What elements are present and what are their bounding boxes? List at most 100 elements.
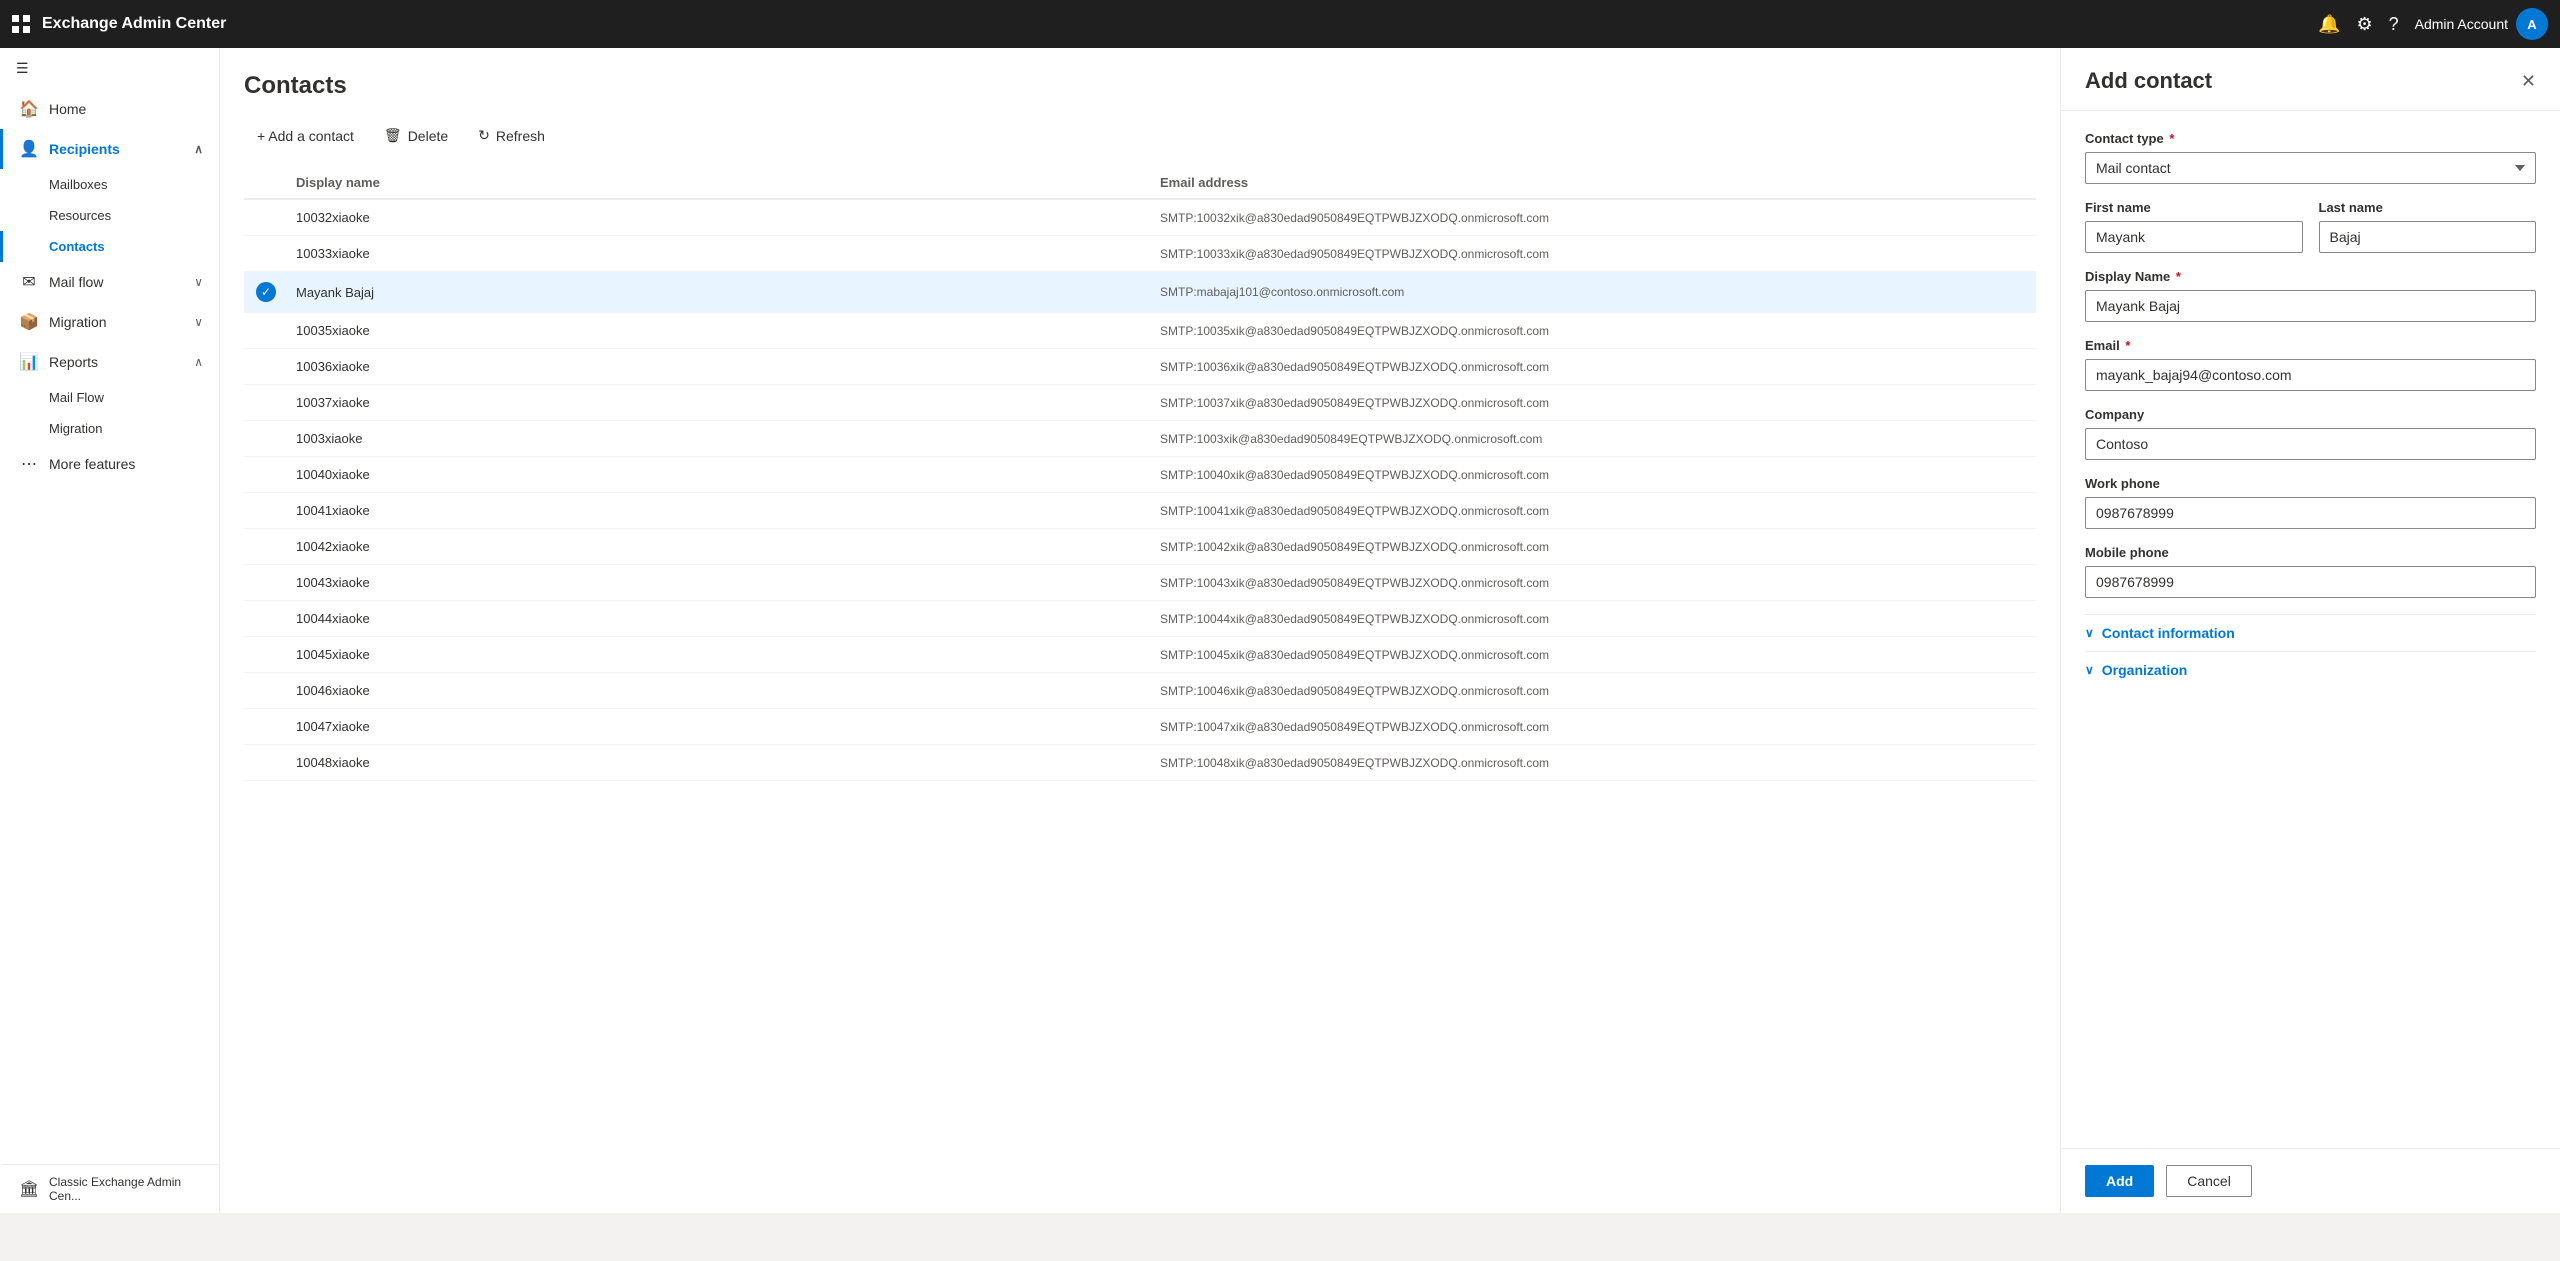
table-row[interactable]: 10043xiaoke SMTP:10043xik@a830edad905084… [244, 565, 2036, 601]
cell-email: SMTP:10037xik@a830edad9050849EQTPWBJZXOD… [1160, 396, 2024, 410]
sidebar-item-mail-flow[interactable]: ✉ Mail flow ∨ [0, 262, 219, 302]
table-row[interactable]: 10047xiaoke SMTP:10047xik@a830edad905084… [244, 709, 2036, 745]
table-row[interactable]: ✓ Mayank Bajaj SMTP:mabajaj101@contoso.o… [244, 272, 2036, 313]
table-row[interactable]: 10037xiaoke SMTP:10037xik@a830edad905084… [244, 385, 2036, 421]
recipients-icon: 👤 [19, 139, 39, 159]
panel-header: Add contact ✕ [2061, 48, 2560, 111]
sidebar-sub-label-resources: Resources [49, 208, 111, 223]
chevron-up-reports-icon: ∧ [194, 355, 203, 369]
cell-email: SMTP:10044xik@a830edad9050849EQTPWBJZXOD… [1160, 612, 2024, 626]
sidebar-sub-item-migration-report[interactable]: Migration [0, 413, 219, 444]
chevron-up-icon: ∧ [194, 142, 203, 156]
sidebar-item-migration[interactable]: 📦 Migration ∨ [0, 302, 219, 342]
cell-display-name: 10041xiaoke [296, 503, 1160, 518]
table-row[interactable]: 1003xiaoke SMTP:1003xik@a830edad9050849E… [244, 421, 2036, 457]
cell-display-name: 10033xiaoke [296, 246, 1160, 261]
grid-icon[interactable] [12, 15, 30, 33]
last-name-group: Last name [2319, 200, 2537, 253]
table-row[interactable]: 10044xiaoke SMTP:10044xik@a830edad905084… [244, 601, 2036, 637]
cell-display-name: 10037xiaoke [296, 395, 1160, 410]
table-header: Display name Email address [244, 167, 2036, 200]
sidebar-item-home-label: Home [49, 101, 203, 117]
refresh-button[interactable]: ↻ Refresh [465, 120, 558, 151]
cell-email: SMTP:10040xik@a830edad9050849EQTPWBJZXOD… [1160, 468, 2024, 482]
delete-label: Delete [408, 128, 448, 144]
table-header-display-name[interactable]: Display name [296, 175, 1160, 190]
company-group: Company [2085, 407, 2536, 460]
add-contact-panel: Add contact ✕ Contact type * Mail contac… [2060, 48, 2560, 1213]
last-name-input[interactable] [2319, 221, 2537, 253]
app-layout: ☰ 🏠 Home 👤 Recipients ∧ Mailboxes Resour… [0, 48, 2560, 1213]
first-name-input[interactable] [2085, 221, 2303, 253]
sidebar-item-classic-admin[interactable]: 🏛 Classic Exchange Admin Cen... [0, 1164, 219, 1213]
sidebar-item-reports[interactable]: 📊 Reports ∧ [0, 342, 219, 382]
work-phone-group: Work phone [2085, 476, 2536, 529]
help-icon[interactable]: ? [2389, 14, 2399, 35]
cell-email: SMTP:10042xik@a830edad9050849EQTPWBJZXOD… [1160, 540, 2024, 554]
admin-account[interactable]: Admin Account A [2415, 8, 2548, 40]
table-header-email[interactable]: Email address [1160, 175, 2024, 190]
cell-display-name: 10036xiaoke [296, 359, 1160, 374]
gear-icon[interactable]: ⚙ [2356, 14, 2372, 35]
table-row[interactable]: 10035xiaoke SMTP:10035xik@a830edad905084… [244, 313, 2036, 349]
work-phone-input[interactable] [2085, 497, 2536, 529]
app-title: Exchange Admin Center [42, 15, 2318, 33]
panel-title: Add contact [2085, 68, 2212, 94]
panel-footer: Add Cancel [2061, 1148, 2560, 1213]
sidebar-item-more-features[interactable]: ⋯ More features [0, 444, 219, 484]
sidebar-item-mail-flow-label: Mail flow [49, 274, 184, 290]
more-features-icon: ⋯ [19, 454, 39, 474]
display-name-input[interactable] [2085, 290, 2536, 322]
table-header-checkbox-col [256, 175, 296, 190]
table-row[interactable]: 10046xiaoke SMTP:10046xik@a830edad905084… [244, 673, 2036, 709]
delete-button[interactable]: 🗑 Delete [371, 120, 461, 151]
cell-email: SMTP:10032xik@a830edad9050849EQTPWBJZXOD… [1160, 211, 2024, 225]
sidebar-sub-item-resources[interactable]: Resources [0, 200, 219, 231]
table-row[interactable]: 10041xiaoke SMTP:10041xik@a830edad905084… [244, 493, 2036, 529]
sidebar-sub-item-mailboxes[interactable]: Mailboxes [0, 169, 219, 200]
contact-type-select[interactable]: Mail contactMail user [2085, 152, 2536, 184]
mobile-phone-label: Mobile phone [2085, 545, 2536, 560]
cell-email: SMTP:10045xik@a830edad9050849EQTPWBJZXOD… [1160, 648, 2024, 662]
checkmark-icon: ✓ [256, 282, 276, 302]
contact-info-toggle[interactable]: ∨ Contact information [2085, 614, 2536, 651]
email-label: Email * [2085, 338, 2536, 353]
topbar-actions: 🔔 ⚙ ? Admin Account A [2318, 8, 2548, 40]
contact-type-label: Contact type * [2085, 131, 2536, 146]
sidebar-item-classic-admin-label: Classic Exchange Admin Cen... [49, 1175, 203, 1203]
sidebar: ☰ 🏠 Home 👤 Recipients ∧ Mailboxes Resour… [0, 48, 220, 1213]
table-row[interactable]: 10036xiaoke SMTP:10036xik@a830edad905084… [244, 349, 2036, 385]
cell-email: SMTP:10047xik@a830edad9050849EQTPWBJZXOD… [1160, 720, 2024, 734]
cell-email: SMTP:10035xik@a830edad9050849EQTPWBJZXOD… [1160, 324, 2024, 338]
sidebar-item-recipients[interactable]: 👤 Recipients ∧ [0, 129, 219, 169]
add-button[interactable]: Add [2085, 1165, 2154, 1197]
add-contact-button[interactable]: + Add a contact [244, 121, 367, 151]
table-row[interactable]: 10032xiaoke SMTP:10032xik@a830edad905084… [244, 200, 2036, 236]
cell-display-name: 10040xiaoke [296, 467, 1160, 482]
sidebar-item-home[interactable]: 🏠 Home [0, 89, 219, 129]
company-input[interactable] [2085, 428, 2536, 460]
sidebar-sub-item-contacts[interactable]: Contacts [0, 231, 219, 262]
table-row[interactable]: 10040xiaoke SMTP:10040xik@a830edad905084… [244, 457, 2036, 493]
mail-flow-icon: ✉ [19, 272, 39, 292]
table-row[interactable]: 10048xiaoke SMTP:10048xik@a830edad905084… [244, 745, 2036, 781]
refresh-label: Refresh [496, 128, 545, 144]
sidebar-sub-label-mail-flow: Mail Flow [49, 390, 104, 405]
table-row[interactable]: 10033xiaoke SMTP:10033xik@a830edad905084… [244, 236, 2036, 272]
sidebar-sub-item-mail-flow-report[interactable]: Mail Flow [0, 382, 219, 413]
bell-icon[interactable]: 🔔 [2318, 14, 2340, 35]
first-name-group: First name [2085, 200, 2303, 253]
cancel-button[interactable]: Cancel [2166, 1165, 2252, 1197]
row-checkbox[interactable]: ✓ [256, 282, 296, 302]
last-name-label: Last name [2319, 200, 2537, 215]
sidebar-sub-label-contacts: Contacts [49, 239, 105, 254]
close-button[interactable]: ✕ [2521, 71, 2536, 92]
company-label: Company [2085, 407, 2536, 422]
account-name: Admin Account [2415, 16, 2508, 32]
mobile-phone-input[interactable] [2085, 566, 2536, 598]
table-row[interactable]: 10042xiaoke SMTP:10042xik@a830edad905084… [244, 529, 2036, 565]
table-row[interactable]: 10045xiaoke SMTP:10045xik@a830edad905084… [244, 637, 2036, 673]
email-input[interactable] [2085, 359, 2536, 391]
hamburger-icon[interactable]: ☰ [0, 48, 219, 89]
organization-toggle[interactable]: ∨ Organization [2085, 651, 2536, 688]
